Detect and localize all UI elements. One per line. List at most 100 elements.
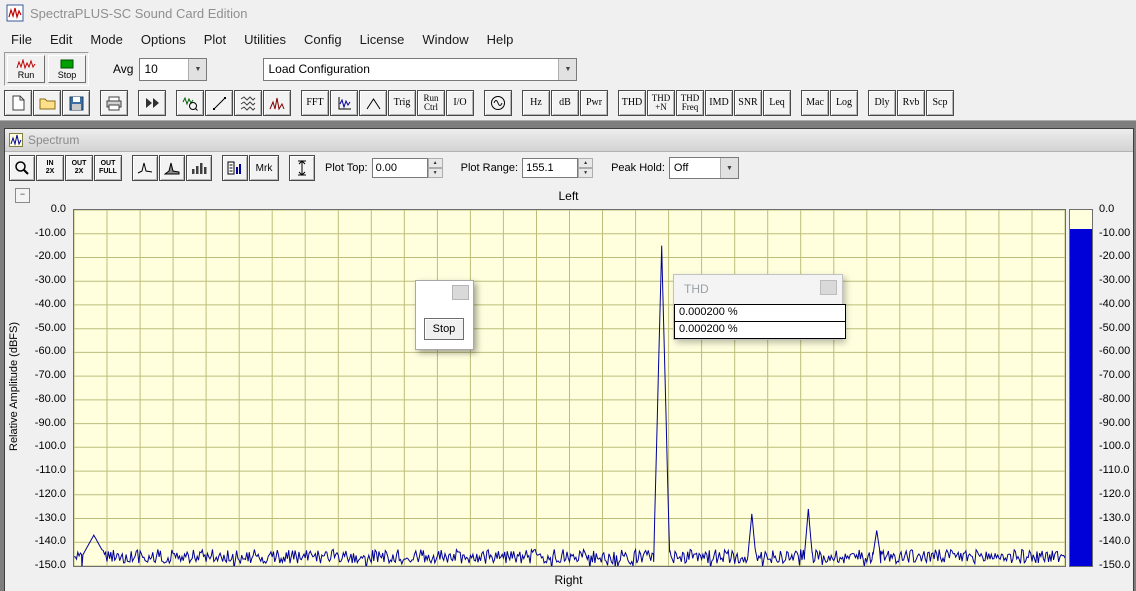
signal-generator-button[interactable]	[484, 90, 512, 116]
y-tick-label: -10.00	[1099, 226, 1131, 239]
trigger-button[interactable]: Trig	[388, 90, 416, 116]
plot-top-up-icon[interactable]: ▲	[427, 158, 443, 168]
thd-plus-n-button[interactable]: THD +N	[647, 90, 675, 116]
menu-license[interactable]: License	[351, 28, 414, 51]
open-file-button[interactable]	[33, 90, 61, 116]
menu-mode[interactable]: Mode	[81, 28, 132, 51]
avg-dropdown-arrow-icon[interactable]: ▼	[188, 58, 207, 80]
stop-square-icon	[60, 59, 74, 68]
peak-hold-arrow-icon[interactable]: ▼	[719, 158, 738, 178]
menu-help[interactable]: Help	[478, 28, 523, 51]
thd-freq-button[interactable]: THD Freq	[676, 90, 704, 116]
vertical-scale-icon	[298, 160, 306, 176]
snr-button[interactable]: SNR	[734, 90, 762, 116]
thd-button[interactable]: THD	[618, 90, 646, 116]
main-toolbar: FFT Trig Run Ctrl I/O Hz dB Pwr THD THD …	[0, 86, 1136, 121]
load-configuration-dropdown[interactable]: Load Configuration ▼	[263, 57, 578, 81]
menu-plot[interactable]: Plot	[195, 28, 235, 51]
menu-edit[interactable]: Edit	[41, 28, 81, 51]
plot-range-input[interactable]	[522, 158, 579, 178]
new-file-button[interactable]	[4, 90, 32, 116]
save-button[interactable]	[62, 90, 90, 116]
delay-button[interactable]: Dly	[868, 90, 896, 116]
load-configuration-arrow-icon[interactable]: ▼	[558, 58, 577, 80]
y-tick-label: -60.00	[1099, 345, 1131, 358]
phase-plot-button[interactable]	[359, 90, 387, 116]
y-tick-label: -120.0	[34, 487, 66, 500]
io-button[interactable]: I/O	[446, 90, 474, 116]
spectrum-window: Spectrum IN 2X OUT 2X OUT FULL Mrk Plot …	[4, 128, 1134, 591]
time-series-button[interactable]	[330, 90, 358, 116]
print-button[interactable]	[100, 90, 128, 116]
y-tick-label: -50.00	[1099, 321, 1131, 334]
y-tick-label: -100.0	[34, 440, 66, 453]
y-tick-label: -50.00	[34, 321, 66, 334]
scope-button[interactable]: Scp	[926, 90, 954, 116]
display-options-button[interactable]	[222, 155, 248, 181]
autoscale-button[interactable]	[289, 155, 315, 181]
plot-range-down-icon[interactable]: ▼	[578, 168, 594, 178]
meter-labels: 0.0 -10.00 -20.00 -30.00 -40.00 -50.00 -60.00 -…	[1097, 203, 1136, 571]
thd-value-left: 0.000200 %	[674, 304, 846, 322]
log-button[interactable]: Log	[830, 90, 858, 116]
reverb-button[interactable]: Rvb	[897, 90, 925, 116]
printer-icon	[106, 96, 122, 110]
spectrum-peaks-button[interactable]	[263, 90, 291, 116]
menu-config[interactable]: Config	[295, 28, 351, 51]
channel-label-left: Left	[558, 189, 579, 203]
run-waveform-icon	[16, 58, 36, 70]
menu-utilities[interactable]: Utilities	[235, 28, 295, 51]
y-tick-label: -90.00	[34, 416, 66, 429]
run-control-button[interactable]: Run Ctrl	[417, 90, 445, 116]
stop-dialog-close-icon[interactable]	[452, 285, 469, 300]
hz-units-button[interactable]: Hz	[522, 90, 550, 116]
imd-button[interactable]: IMD	[705, 90, 733, 116]
spectrum-plot[interactable]	[73, 209, 1066, 567]
peak-hold-label: Peak Hold:	[611, 162, 665, 174]
plot-top-input[interactable]	[371, 158, 428, 178]
avg-dropdown[interactable]: 10 ▼	[139, 57, 208, 81]
waveform-zoom-button[interactable]	[176, 90, 204, 116]
menu-window[interactable]: Window	[413, 28, 477, 51]
multi-trace-button[interactable]	[234, 90, 262, 116]
fast-forward-button[interactable]	[138, 90, 166, 116]
y-tick-label: -30.00	[1099, 274, 1131, 287]
zoom-button[interactable]	[9, 155, 35, 181]
channel-label-right: Right	[554, 573, 583, 587]
db-units-button[interactable]: dB	[551, 90, 579, 116]
collapse-box[interactable]: −	[15, 188, 30, 203]
stop-dialog-button[interactable]: Stop	[424, 318, 464, 340]
marker-button[interactable]: Mrk	[249, 155, 279, 181]
avg-label: Avg	[113, 62, 134, 76]
y-tick-label: -40.00	[1099, 297, 1131, 310]
plot-top-down-icon[interactable]: ▼	[427, 168, 443, 178]
signal-generator-icon	[491, 96, 505, 110]
peak-hold-value: Off	[673, 162, 689, 174]
filled-plot-style-button[interactable]	[159, 155, 185, 181]
bar-plot-style-button[interactable]	[186, 155, 212, 181]
plot-range-up-icon[interactable]: ▲	[578, 158, 594, 168]
stop-button[interactable]: Stop	[48, 55, 86, 83]
line-plot-style-button[interactable]	[132, 155, 158, 181]
phase-line-button[interactable]	[205, 90, 233, 116]
zoom-in-2x-button[interactable]: IN 2X	[36, 155, 64, 181]
stop-dialog: Stop	[415, 280, 474, 350]
stop-button-label: Stop	[57, 69, 77, 80]
spectrum-title-bar[interactable]: Spectrum	[5, 129, 1133, 152]
peak-hold-dropdown[interactable]: Off ▼	[668, 157, 739, 179]
y-tick-label: -40.00	[34, 297, 66, 310]
pwr-units-button[interactable]: Pwr	[580, 90, 608, 116]
zoom-out-2x-button[interactable]: OUT 2X	[65, 155, 93, 181]
run-button[interactable]: Run	[7, 55, 45, 83]
menu-file[interactable]: File	[2, 28, 41, 51]
plot-range-spinner: ▲ ▼	[522, 158, 594, 178]
menu-options[interactable]: Options	[132, 28, 195, 51]
zoom-out-full-button[interactable]: OUT FULL	[94, 155, 122, 181]
y-tick-label: -30.00	[34, 274, 66, 287]
leq-button[interactable]: Leq	[763, 90, 791, 116]
spectrum-window-icon	[9, 133, 23, 147]
app-icon	[6, 4, 24, 22]
fft-button[interactable]: FFT	[301, 90, 329, 116]
macro-button[interactable]: Mac	[801, 90, 829, 116]
thd-dialog-close-icon[interactable]	[820, 280, 837, 295]
